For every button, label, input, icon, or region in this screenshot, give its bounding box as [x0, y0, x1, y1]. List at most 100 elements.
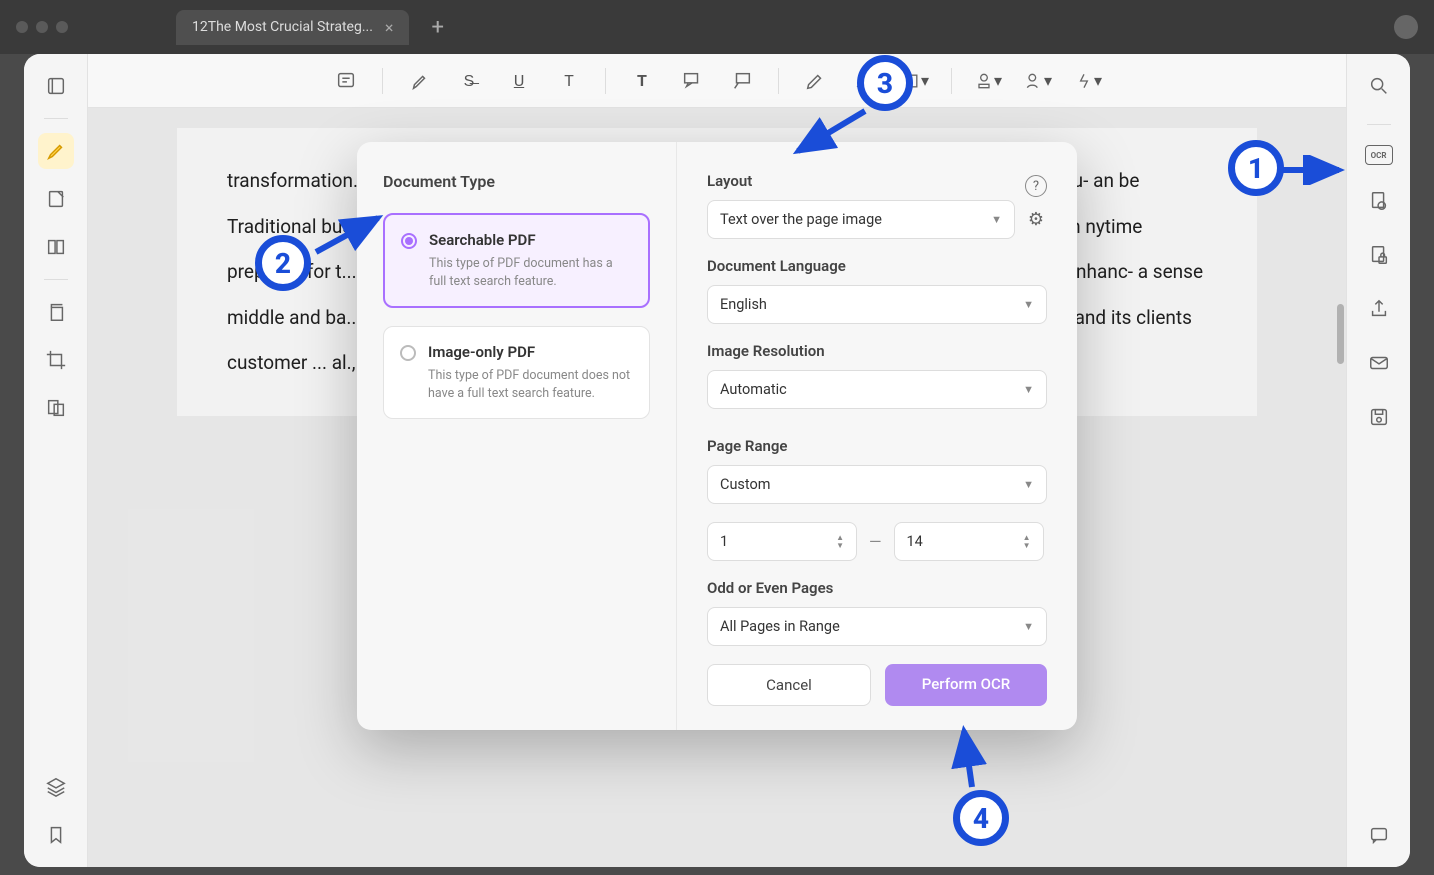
range-dash: —	[869, 532, 882, 551]
top-toolbar: S̶ U T T ▾ ▾ ▾ ▾	[88, 54, 1346, 108]
note-icon[interactable]	[332, 67, 360, 95]
layers-icon[interactable]	[38, 769, 74, 805]
strikethrough-icon[interactable]: S̶	[455, 67, 483, 95]
callout-4: 4	[953, 790, 1009, 846]
layout-label: Layout	[707, 172, 752, 190]
chevron-down-icon: ▼	[991, 213, 1002, 226]
reader-icon[interactable]	[38, 229, 74, 265]
search-icon[interactable]	[1361, 68, 1397, 104]
highlighter-tool-icon[interactable]	[38, 133, 74, 169]
left-sidebar	[24, 54, 88, 867]
signature-icon[interactable]: ▾	[1024, 67, 1052, 95]
option-desc: This type of PDF document does not have …	[428, 367, 631, 402]
link-icon[interactable]: ▾	[1074, 67, 1102, 95]
arrow-3	[790, 105, 875, 160]
page-range-select[interactable]: Custom ▼	[707, 465, 1047, 504]
close-window[interactable]	[16, 21, 28, 33]
callout-1: 1	[1228, 140, 1284, 196]
resolution-select[interactable]: Automatic ▼	[707, 370, 1047, 409]
separator	[44, 279, 68, 280]
tab-title: 12The Most Crucial Strateg...	[192, 19, 373, 35]
ocr-modal: Document Type Searchable PDF This type o…	[357, 142, 1077, 730]
pages-icon[interactable]	[38, 390, 74, 426]
user-avatar[interactable]	[1394, 15, 1418, 39]
chevron-down-icon: ▼	[1023, 478, 1034, 491]
pen-icon[interactable]	[801, 67, 829, 95]
save-icon[interactable]	[1361, 399, 1397, 435]
page-from-value: 1	[720, 533, 728, 550]
modal-left-pane: Document Type Searchable PDF This type o…	[357, 142, 677, 730]
bookmark-icon[interactable]	[38, 817, 74, 853]
searchable-pdf-option[interactable]: Searchable PDF This type of PDF document…	[383, 213, 650, 308]
highlighter-icon[interactable]	[405, 67, 433, 95]
resolution-value: Automatic	[720, 381, 787, 398]
arrow-4	[950, 725, 990, 795]
image-only-pdf-option[interactable]: Image-only PDF This type of PDF document…	[383, 326, 650, 419]
page-range-label: Page Range	[707, 437, 1047, 455]
protect-icon[interactable]	[1361, 183, 1397, 219]
page-to-value: 14	[907, 533, 923, 550]
separator	[951, 68, 952, 94]
arrow-1	[1279, 155, 1349, 185]
layout-select[interactable]: Text over the page image ▼	[707, 200, 1015, 239]
window-controls	[16, 21, 68, 33]
gear-icon[interactable]: ⚙	[1025, 209, 1047, 231]
close-tab-icon[interactable]: ×	[385, 18, 394, 37]
maximize-window[interactable]	[56, 21, 68, 33]
stepper-icon[interactable]: ▲▼	[836, 534, 844, 550]
document-area: S̶ U T T ▾ ▾ ▾ ▾ transformation... staff…	[88, 54, 1346, 867]
ocr-modal-overlay: Document Type Searchable PDF This type o…	[88, 108, 1346, 867]
text-icon[interactable]: T	[555, 67, 583, 95]
textbox-icon[interactable]: T	[628, 67, 656, 95]
ocr-icon[interactable]: OCR	[1365, 145, 1393, 165]
chevron-down-icon: ▼	[1023, 620, 1034, 633]
right-sidebar: OCR	[1346, 54, 1410, 867]
text-callout-icon[interactable]	[728, 67, 756, 95]
odd-even-select[interactable]: All Pages in Range ▼	[707, 607, 1047, 646]
callout-3: 3	[857, 55, 913, 111]
titlebar: 12The Most Crucial Strateg... × +	[0, 0, 1434, 54]
stamp-icon[interactable]: ▾	[974, 67, 1002, 95]
ocr-label: OCR	[1371, 151, 1387, 160]
lock-doc-icon[interactable]	[1361, 237, 1397, 273]
arrow-2	[310, 210, 390, 260]
option-desc: This type of PDF document has a full tex…	[429, 255, 630, 290]
option-title: Searchable PDF	[429, 231, 630, 249]
copy-icon[interactable]	[38, 294, 74, 330]
callout-icon[interactable]	[678, 67, 706, 95]
document-type-heading: Document Type	[383, 172, 650, 191]
separator	[382, 68, 383, 94]
page-from-input[interactable]: 1 ▲▼	[707, 522, 857, 561]
layout-value: Text over the page image	[720, 211, 882, 228]
odd-even-value: All Pages in Range	[720, 618, 840, 635]
callout-2: 2	[255, 235, 311, 291]
radio-selected-icon	[401, 233, 417, 249]
crop-icon[interactable]	[38, 342, 74, 378]
language-select[interactable]: English ▼	[707, 285, 1047, 324]
cancel-button[interactable]: Cancel	[707, 664, 871, 706]
page-range-value: Custom	[720, 476, 771, 493]
help-icon[interactable]: ?	[1025, 175, 1047, 197]
language-label: Document Language	[707, 257, 1047, 275]
separator	[44, 118, 68, 119]
perform-ocr-button[interactable]: Perform OCR	[885, 664, 1047, 706]
modal-right-pane: Layout ? Text over the page image ▼ ⚙	[677, 142, 1077, 730]
stepper-icon[interactable]: ▲▼	[1023, 534, 1031, 550]
option-title: Image-only PDF	[428, 343, 631, 361]
app-body: S̶ U T T ▾ ▾ ▾ ▾ transformation... staff…	[24, 54, 1410, 867]
share-icon[interactable]	[1361, 291, 1397, 327]
underline-icon[interactable]: U	[505, 67, 533, 95]
resolution-label: Image Resolution	[707, 342, 1047, 360]
minimize-window[interactable]	[36, 21, 48, 33]
radio-unselected-icon	[400, 345, 416, 361]
language-value: English	[720, 296, 767, 313]
document-tab[interactable]: 12The Most Crucial Strateg... ×	[176, 10, 409, 45]
thumbnail-icon[interactable]	[38, 68, 74, 104]
comment-icon[interactable]	[1361, 817, 1397, 853]
mail-icon[interactable]	[1361, 345, 1397, 381]
separator	[778, 68, 779, 94]
page-to-input[interactable]: 14 ▲▼	[894, 522, 1044, 561]
annotate-tool-icon[interactable]	[38, 181, 74, 217]
new-tab-button[interactable]: +	[431, 15, 443, 40]
separator	[605, 68, 606, 94]
